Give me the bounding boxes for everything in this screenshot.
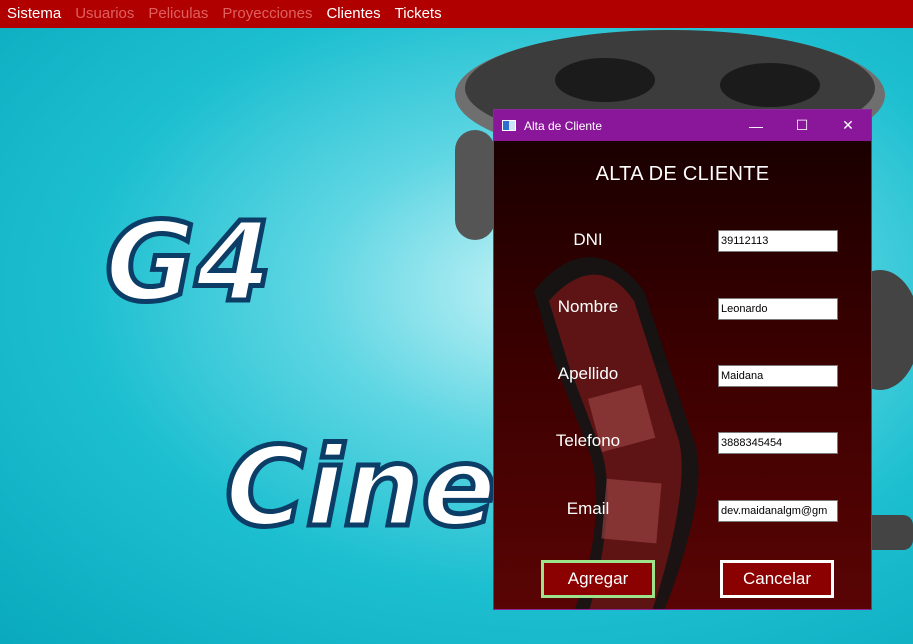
menu-proyecciones[interactable]: Proyecciones bbox=[215, 4, 319, 24]
dialog-title: Alta de Cliente bbox=[524, 118, 603, 133]
minimize-button[interactable]: — bbox=[733, 110, 779, 141]
telefono-label: Telefono bbox=[555, 431, 621, 450]
menu-usuarios[interactable]: Usuarios bbox=[68, 4, 141, 24]
menu-bar: Sistema Usuarios Peliculas Proyecciones … bbox=[0, 0, 913, 28]
telefono-input[interactable] bbox=[718, 432, 838, 454]
close-button[interactable]: ✕ bbox=[825, 110, 871, 141]
email-input[interactable] bbox=[718, 500, 838, 522]
email-label: Email bbox=[566, 499, 610, 518]
apellido-label: Apellido bbox=[557, 364, 619, 383]
menu-tickets[interactable]: Tickets bbox=[388, 4, 449, 24]
alta-cliente-dialog: Alta de Cliente — ☐ ✕ ALTA DE CLIENTE DN… bbox=[493, 109, 872, 610]
dialog-body: ALTA DE CLIENTE DNI Nombre Apellido Tele… bbox=[494, 141, 871, 609]
logo-text-g4: G4 bbox=[105, 198, 272, 326]
app-window-icon bbox=[502, 120, 516, 131]
dni-label: DNI bbox=[573, 230, 603, 249]
menu-peliculas[interactable]: Peliculas bbox=[141, 4, 215, 24]
agregar-button[interactable]: Agregar bbox=[541, 560, 655, 598]
maximize-button[interactable]: ☐ bbox=[779, 110, 825, 141]
nombre-input[interactable] bbox=[718, 298, 838, 320]
logo-text-cine: Cine bbox=[225, 423, 496, 551]
cancelar-button[interactable]: Cancelar bbox=[720, 560, 834, 598]
dialog-titlebar[interactable]: Alta de Cliente — ☐ ✕ bbox=[494, 110, 871, 141]
dni-input[interactable] bbox=[718, 230, 838, 252]
menu-clientes[interactable]: Clientes bbox=[319, 4, 387, 24]
form-heading: ALTA DE CLIENTE bbox=[595, 163, 770, 185]
menu-sistema[interactable]: Sistema bbox=[0, 4, 68, 24]
apellido-input[interactable] bbox=[718, 365, 838, 387]
nombre-label: Nombre bbox=[557, 297, 619, 316]
